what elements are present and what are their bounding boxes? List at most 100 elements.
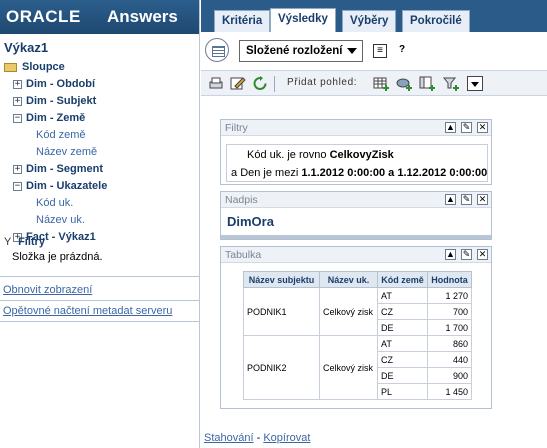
country-cell: CZ xyxy=(377,303,428,320)
oracle-logo: ORACLE xyxy=(6,7,81,26)
layout-select-value: Složené rozložení xyxy=(246,45,343,57)
panel-title: Filtry xyxy=(225,122,248,134)
toolbar-divider xyxy=(274,76,275,92)
column-header[interactable]: Název uk. xyxy=(319,271,378,288)
country-cell: AT xyxy=(377,335,428,352)
arrange-icon[interactable]: ▲ xyxy=(445,249,456,260)
folder-icon xyxy=(4,63,17,72)
table-row: PODNIK2 Celkový zisk AT 860 xyxy=(243,335,472,400)
add-chart-icon[interactable] xyxy=(396,76,412,91)
tab-results[interactable]: Výsledky xyxy=(270,8,336,32)
tree-column-item[interactable]: Kód uk. xyxy=(0,195,200,212)
properties-icon[interactable]: ≡ xyxy=(373,44,387,58)
add-pivot-icon[interactable] xyxy=(419,76,435,91)
view-toolbar: Přidat pohled: xyxy=(201,70,547,96)
filter-conjunction: a xyxy=(385,167,398,179)
edit-icon[interactable] xyxy=(230,76,246,91)
subject-cell: PODNIK1 xyxy=(243,287,320,336)
filter-item: a Den je mezi 1.1.2012 0:00:00 a 1.12.20… xyxy=(231,167,487,179)
close-icon[interactable]: ✕ xyxy=(477,249,488,260)
chevron-down-icon xyxy=(347,48,357,54)
expand-icon[interactable]: + xyxy=(13,97,22,106)
filters-label: Filtry xyxy=(18,236,45,248)
divider xyxy=(0,300,200,301)
tab-criteria[interactable]: Kritéria xyxy=(214,10,271,32)
sidebar: ORACLE Answers Výkaz1 Sloupce + Dim - Obd… xyxy=(0,0,200,448)
panel-header: Nadpis ▲ ✎ ✕ xyxy=(221,192,491,208)
filter-value: CelkovyZisk xyxy=(329,149,394,161)
tab-bar: Kritéria Výsledky Výběry Pokročilé xyxy=(201,0,547,32)
help-icon[interactable]: ? xyxy=(395,44,409,58)
value-cell: 440 xyxy=(427,351,472,368)
layout-icon[interactable] xyxy=(205,38,229,62)
tree-folder-label: Dim - Země xyxy=(26,112,86,124)
panel-header: Tabulka ▲ ✎ ✕ xyxy=(221,247,491,263)
tree-folder[interactable]: − Dim - Ukazatele xyxy=(0,178,200,195)
table-view-panel: Tabulka ▲ ✎ ✕ Název subjektu Název uk. K… xyxy=(220,246,492,409)
tree-column-label: Název uk. xyxy=(36,214,85,226)
tree-root[interactable]: Sloupce xyxy=(0,59,200,76)
tree-column-item[interactable]: Název země xyxy=(0,144,200,161)
country-cell: PL xyxy=(377,383,428,400)
arrange-icon[interactable]: ▲ xyxy=(445,122,456,133)
value-cell: 900 xyxy=(427,367,472,384)
collapse-icon[interactable]: − xyxy=(13,114,22,123)
tree-column-item[interactable]: Kód země xyxy=(0,127,200,144)
tree-folder[interactable]: + Dim - Subjekt xyxy=(0,93,200,110)
indicator-cell: Celkový zisk xyxy=(319,335,378,400)
column-tree: Sloupce + Dim - Období + Dim - Subjekt − Dim … xyxy=(0,59,200,246)
tree-column-label: Kód uk. xyxy=(36,197,74,209)
tree-root-label: Sloupce xyxy=(22,61,65,73)
tree-folder-label: Dim - Období xyxy=(26,78,96,90)
add-view-label: Přidat pohled: xyxy=(287,77,358,88)
refresh-view-link[interactable]: Obnovit zobrazení xyxy=(3,284,92,296)
column-header[interactable]: Hodnota xyxy=(427,271,472,288)
refresh-icon[interactable] xyxy=(252,76,268,91)
report-title: Výkaz1 xyxy=(4,40,49,55)
arrange-icon[interactable]: ▲ xyxy=(445,194,456,205)
panel-title: Nadpis xyxy=(225,194,258,206)
product-name: Answers xyxy=(107,7,178,26)
close-icon[interactable]: ✕ xyxy=(477,194,488,205)
print-icon[interactable] xyxy=(208,76,224,91)
chevron-down-icon xyxy=(471,82,479,87)
download-link[interactable]: Stahování xyxy=(204,432,254,444)
subject-cell: PODNIK2 xyxy=(243,335,320,400)
filters-empty-text: Složka je prázdná. xyxy=(12,251,103,263)
filter-value: 1.12.2012 0:00:00 xyxy=(397,167,488,179)
tree-folder-label: Dim - Segment xyxy=(26,163,104,175)
edit-icon[interactable]: ✎ xyxy=(461,194,472,205)
title-view-panel: Nadpis ▲ ✎ ✕ DimOra xyxy=(220,191,492,240)
main-area: Kritéria Výsledky Výběry Pokročilé Slože… xyxy=(201,0,547,448)
filters-panel: Filtry ▲ ✎ ✕ Kód uk. je rovno CelkovyZis… xyxy=(220,119,492,185)
tree-folder[interactable]: + Dim - Segment xyxy=(0,161,200,178)
filter-conjunction: a xyxy=(231,167,241,179)
country-cell: AT xyxy=(377,287,428,304)
tab-advanced[interactable]: Pokročilé xyxy=(402,10,470,32)
column-header[interactable]: Kód země xyxy=(377,271,428,288)
country-cell: DE xyxy=(377,367,428,384)
expand-icon[interactable]: + xyxy=(13,165,22,174)
edit-icon[interactable]: ✎ xyxy=(461,122,472,133)
tree-column-item[interactable]: Název uk. xyxy=(0,212,200,229)
edit-icon[interactable]: ✎ xyxy=(461,249,472,260)
add-filter-icon[interactable] xyxy=(443,76,459,91)
layout-select[interactable]: Složené rozložení xyxy=(239,40,363,62)
collapse-icon[interactable]: − xyxy=(13,182,22,191)
tree-column-label: Kód země xyxy=(36,129,86,141)
divider xyxy=(0,276,200,277)
tree-folder[interactable]: − Dim - Země xyxy=(0,110,200,127)
copy-link[interactable]: Kopírovat xyxy=(263,432,310,444)
value-cell: 860 xyxy=(427,335,472,352)
expand-icon[interactable]: + xyxy=(13,80,22,89)
tab-selections[interactable]: Výběry xyxy=(342,10,397,32)
divider xyxy=(0,321,200,322)
close-icon[interactable]: ✕ xyxy=(477,122,488,133)
reload-metadata-link[interactable]: Opětovné načtení metadat serveru xyxy=(3,305,172,317)
column-header[interactable]: Název subjektu xyxy=(243,271,320,288)
tree-folder-label: Dim - Subjekt xyxy=(26,95,97,107)
add-table-icon[interactable] xyxy=(373,76,389,91)
tree-folder[interactable]: + Dim - Období xyxy=(0,76,200,93)
filter-item: Kód uk. je rovno CelkovyZisk xyxy=(247,149,394,161)
more-views-dropdown[interactable] xyxy=(467,76,483,91)
